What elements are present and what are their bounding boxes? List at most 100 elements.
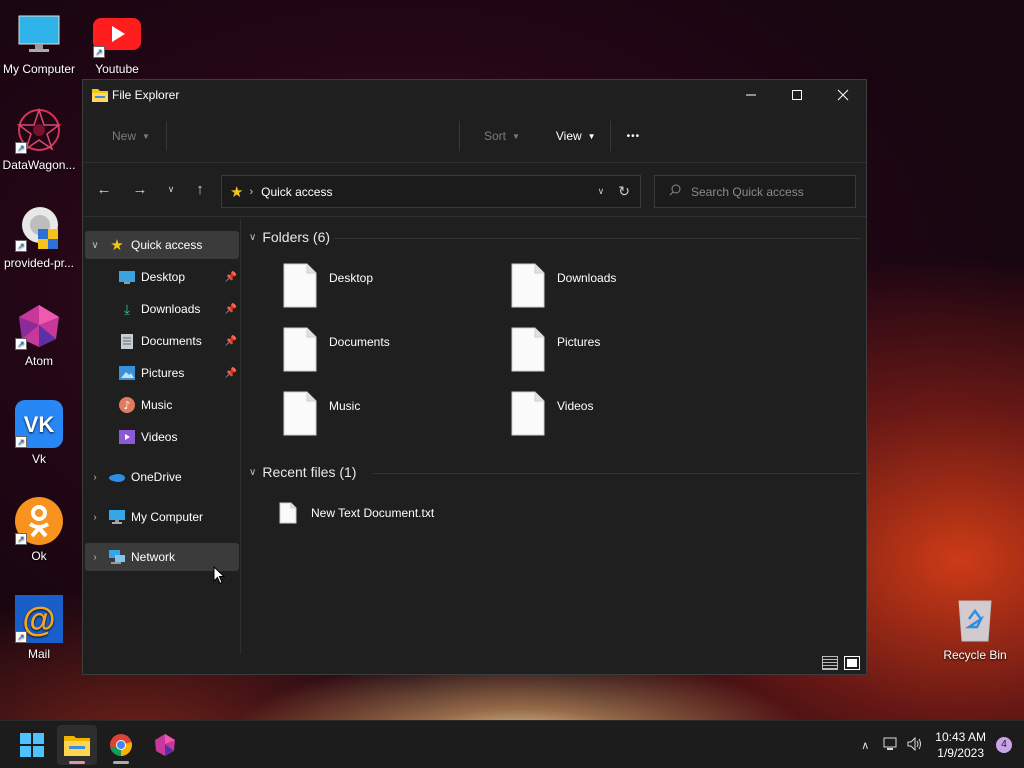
chevron-down-icon: ∨ xyxy=(249,231,257,243)
large-icons-view-button[interactable] xyxy=(844,656,860,670)
refresh-icon[interactable]: ↻ xyxy=(618,183,630,200)
file-icon xyxy=(511,263,545,308)
notification-badge[interactable]: 4 xyxy=(996,737,1012,753)
sidebar-item-music[interactable]: ♪ Music xyxy=(85,391,239,419)
folder-item-music[interactable]: Music xyxy=(283,391,493,439)
title-bar[interactable]: File Explorer xyxy=(83,80,866,110)
vk-icon: VK ↗ xyxy=(15,400,63,448)
shortcut-arrow-icon: ↗ xyxy=(15,142,27,154)
desktop-icon-label: Atom xyxy=(24,354,53,368)
more-options-button[interactable]: ••• xyxy=(627,131,641,142)
details-view-button[interactable] xyxy=(822,656,838,670)
shortcut-arrow-icon: ↗ xyxy=(15,436,27,448)
toolbar-divider xyxy=(458,121,460,151)
sidebar-item-pictures[interactable]: Pictures 📌 xyxy=(85,359,239,387)
chevron-right-icon[interactable]: › xyxy=(89,512,101,523)
minimize-button[interactable] xyxy=(728,80,774,110)
star-icon: ★ xyxy=(110,237,124,254)
desktop-icon-mail[interactable]: @ ↗ Mail xyxy=(1,595,77,661)
view-button[interactable]: View ▼ xyxy=(556,129,596,143)
desktop-icon-my-computer[interactable]: My Computer xyxy=(1,10,77,76)
star-icon: ★ xyxy=(230,183,244,201)
search-input[interactable]: Search Quick access xyxy=(654,175,856,208)
datawagon-icon: ↗ xyxy=(15,106,63,154)
folder-item-pictures[interactable]: Pictures xyxy=(511,327,721,375)
pin-icon[interactable]: 📌 xyxy=(225,368,237,379)
time: 10:43 AM xyxy=(935,730,986,744)
folders-section-header[interactable]: ∨ Folders (6) xyxy=(249,229,330,245)
desktop-icon-ok[interactable]: ↗ Ok xyxy=(1,497,77,563)
section-title: Folders (6) xyxy=(262,229,331,245)
system-tray: ∧ 10:43 AM 1/9/2023 4 xyxy=(861,721,1024,768)
network-icon xyxy=(109,549,125,565)
forward-arrow-icon[interactable]: → xyxy=(128,181,152,198)
pin-icon[interactable]: 📌 xyxy=(225,304,237,315)
chevron-down-icon[interactable]: ∨ xyxy=(89,240,101,251)
recent-file-item[interactable]: New Text Document.txt xyxy=(279,501,679,525)
desktop-icon-label: provided-pr... xyxy=(3,256,75,270)
taskbar-chrome[interactable] xyxy=(101,725,141,765)
sidebar-item-desktop[interactable]: Desktop 📌 xyxy=(85,263,239,291)
chevron-up-icon[interactable]: ∧ xyxy=(861,739,869,752)
sidebar-item-quick-access[interactable]: ∨ ★ Quick access xyxy=(85,231,239,259)
view-toggle xyxy=(822,656,860,670)
navigation-pane: ∨ ★ Quick access Desktop 📌 ⤓ Downloads 📌… xyxy=(83,219,241,654)
folder-item-documents[interactable]: Documents xyxy=(283,327,493,375)
folder-item-downloads[interactable]: Downloads xyxy=(511,263,721,311)
cloud-icon xyxy=(109,469,125,485)
date: 1/9/2023 xyxy=(937,746,984,760)
breadcrumb-chevron-icon: › xyxy=(249,185,254,198)
desktop-icon-label: Mail xyxy=(27,647,50,661)
mail-icon: @ ↗ xyxy=(15,595,63,643)
desktop-icon-vk[interactable]: VK ↗ Vk xyxy=(1,400,77,466)
file-icon xyxy=(283,327,317,372)
chevron-right-icon[interactable]: › xyxy=(89,552,101,563)
back-arrow-icon[interactable]: ← xyxy=(92,181,116,198)
close-button[interactable] xyxy=(820,80,866,110)
sidebar-item-videos[interactable]: Videos xyxy=(85,423,239,451)
network-status-icon[interactable] xyxy=(883,737,899,754)
clock[interactable]: 10:43 AM 1/9/2023 xyxy=(935,729,986,761)
recent-files-section-header[interactable]: ∨ Recent files (1) xyxy=(249,464,356,480)
desktop-icon-youtube[interactable]: ↗ Youtube xyxy=(79,10,155,76)
taskbar-atom[interactable] xyxy=(145,725,185,765)
maximize-button[interactable] xyxy=(774,80,820,110)
sidebar-item-label: Downloads xyxy=(141,302,201,316)
desktop-icon-recycle-bin[interactable]: Recycle Bin xyxy=(937,596,1013,662)
folder-item-videos[interactable]: Videos xyxy=(511,391,721,439)
sort-button[interactable]: Sort ▼ xyxy=(484,129,520,143)
sidebar-item-documents[interactable]: Documents 📌 xyxy=(85,327,239,355)
file-icon xyxy=(283,391,317,436)
desktop-icon-provided-program[interactable]: ↗ provided-pr... xyxy=(1,204,77,270)
desktop-icon-atom[interactable]: ↗ Atom xyxy=(1,302,77,368)
pin-icon[interactable]: 📌 xyxy=(225,272,237,283)
sidebar-item-label: Documents xyxy=(141,334,202,348)
new-button[interactable]: New ▼ xyxy=(112,129,150,143)
sidebar-item-my-computer[interactable]: › My Computer xyxy=(85,503,239,531)
sidebar-item-label: Videos xyxy=(141,430,178,444)
sidebar-item-label: Quick access xyxy=(131,238,203,252)
chevron-right-icon[interactable]: › xyxy=(89,472,101,483)
text-file-icon xyxy=(279,502,297,524)
folder-item-desktop[interactable]: Desktop xyxy=(283,263,493,311)
sidebar-item-downloads[interactable]: ⤓ Downloads 📌 xyxy=(85,295,239,323)
toolbar-divider xyxy=(609,121,611,151)
file-icon xyxy=(283,263,317,308)
volume-icon[interactable] xyxy=(907,736,923,754)
address-bar[interactable]: ★ › Quick access ∨ ↻ xyxy=(221,175,641,208)
recent-locations-chevron-icon[interactable]: ∨ xyxy=(159,184,183,195)
chevron-down-icon: ▼ xyxy=(142,131,150,141)
windows-start-icon[interactable] xyxy=(12,725,52,765)
sidebar-item-onedrive[interactable]: › OneDrive xyxy=(85,463,239,491)
search-placeholder: Search Quick access xyxy=(691,184,804,199)
up-arrow-icon[interactable]: ↑ xyxy=(188,181,212,198)
chevron-down-icon[interactable]: ∨ xyxy=(598,186,605,197)
taskbar-file-explorer[interactable] xyxy=(57,725,97,765)
folder-name: Documents xyxy=(329,335,390,349)
folder-icon xyxy=(92,89,108,102)
chrome-icon xyxy=(110,734,132,756)
desktop-icon-label: Ok xyxy=(31,549,47,563)
more-label: ••• xyxy=(626,130,641,142)
pin-icon[interactable]: 📌 xyxy=(225,336,237,347)
desktop-icon-datawagon[interactable]: ↗ DataWagon... xyxy=(1,106,77,172)
